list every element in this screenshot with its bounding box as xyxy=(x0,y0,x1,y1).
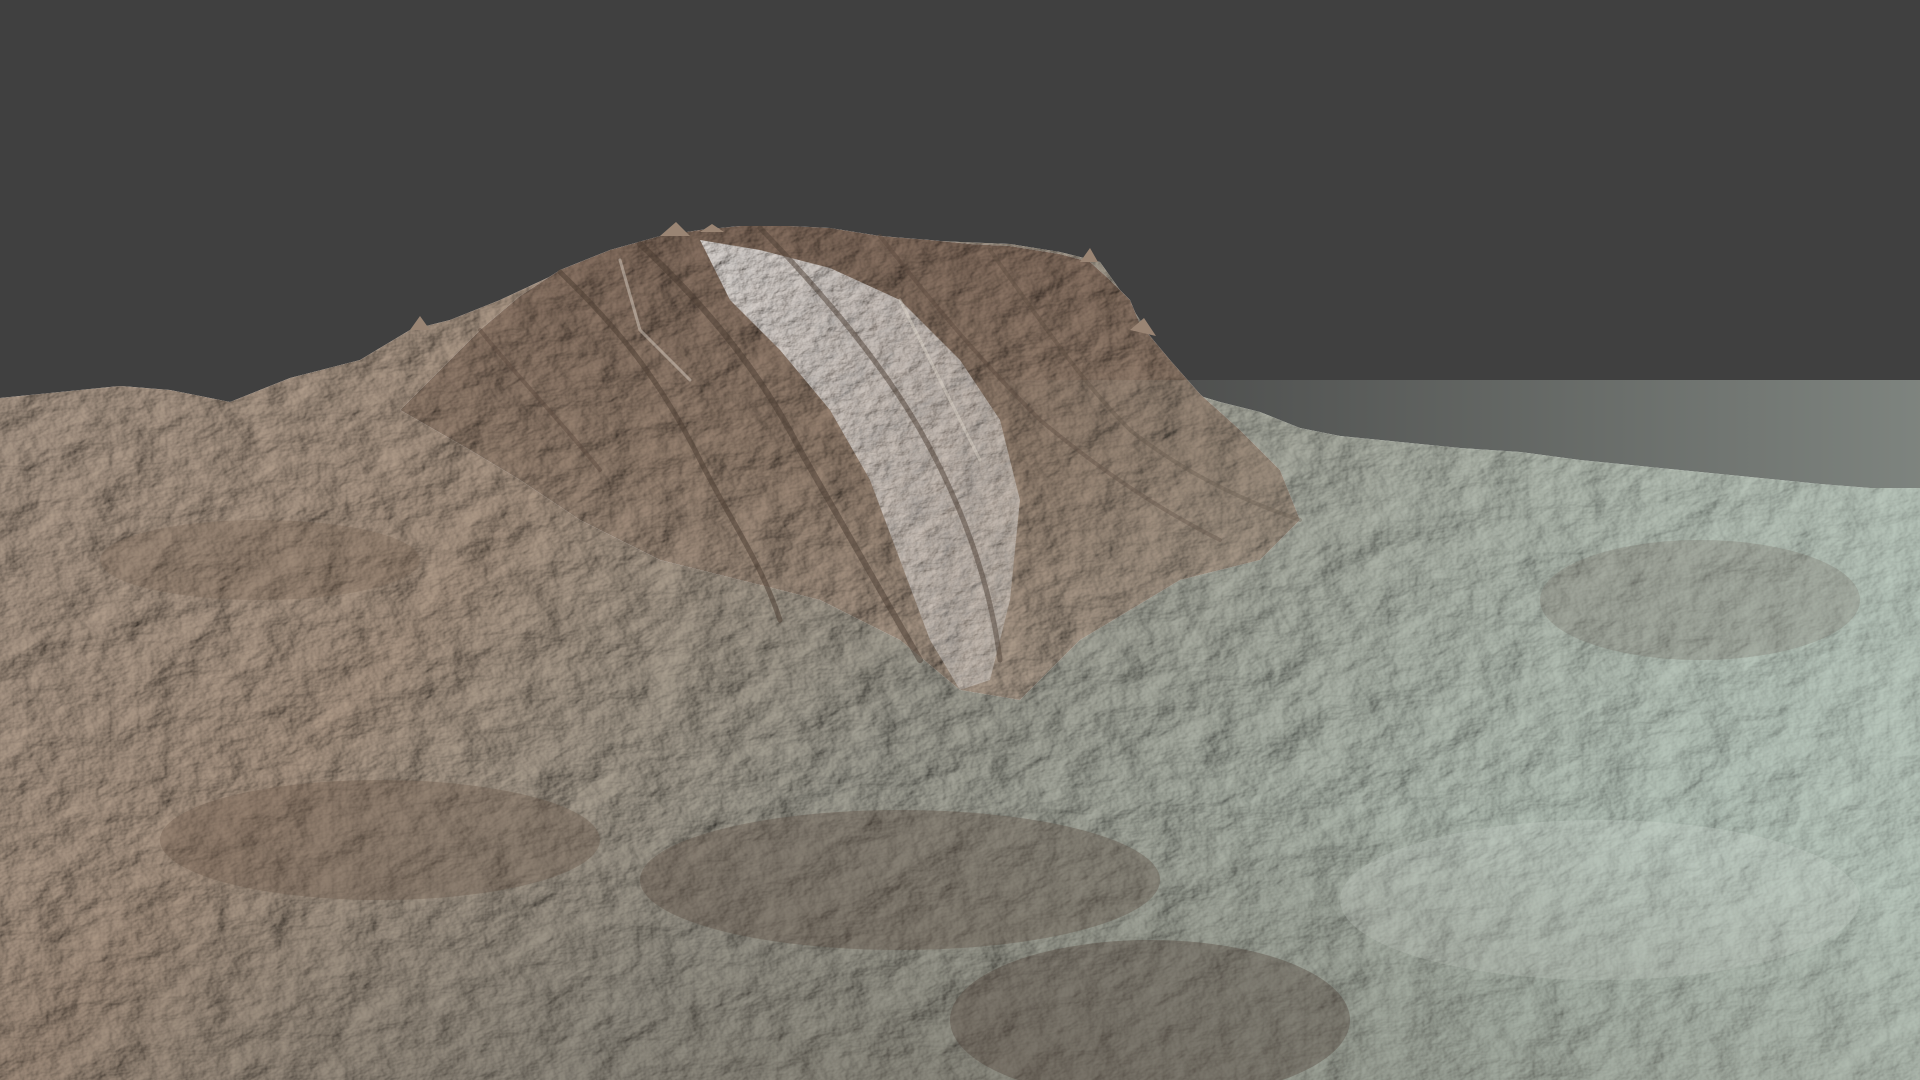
foreground-shade xyxy=(0,600,1920,1080)
terrain-render[interactable] xyxy=(0,0,1920,1080)
3d-viewport[interactable] xyxy=(0,0,1920,1080)
